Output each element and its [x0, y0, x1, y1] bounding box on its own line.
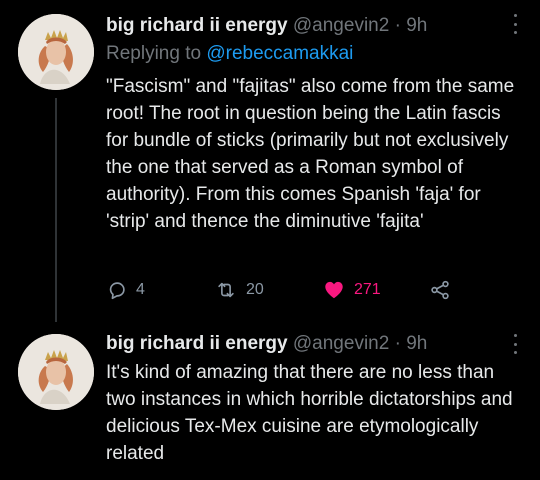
more-options-button[interactable] [512, 334, 518, 354]
retweet-icon [218, 282, 234, 298]
share-button[interactable] [428, 278, 452, 302]
replying-to-label: Replying to [106, 43, 202, 64]
tweet-text: "Fascism" and "fajitas" also come from t… [106, 76, 515, 232]
more-icon-dot [513, 342, 517, 346]
reply-mention-link[interactable]: @rebeccamakkai [206, 43, 353, 64]
avatar-illustration [18, 14, 94, 90]
heart-icon [325, 281, 343, 299]
tweet[interactable]: big richard ii energy @angevin2 · 9h It'… [0, 322, 540, 480]
tweet-header: big richard ii energy @angevin2 · 9h [106, 332, 500, 356]
reply-icon [109, 282, 125, 300]
avatar-illustration [18, 334, 94, 410]
author-name[interactable]: big richard ii energy [106, 333, 288, 354]
more-icon [513, 334, 517, 337]
reply-count: 4 [136, 281, 145, 298]
retweet-count: 20 [246, 281, 264, 298]
like-count: 271 [354, 281, 381, 298]
author-name[interactable]: big richard ii energy [106, 15, 288, 36]
like-button[interactable]: 271 [322, 278, 381, 302]
reply-button[interactable]: 4 [106, 278, 145, 302]
retweet-button[interactable]: 20 [214, 278, 264, 302]
thread-connector-line [55, 98, 57, 322]
author-handle[interactable]: @angevin2 [293, 333, 389, 354]
more-icon [513, 14, 517, 17]
separator-dot: · [394, 333, 401, 354]
share-icon [431, 280, 449, 300]
avatar[interactable] [18, 14, 94, 90]
author-handle[interactable]: @angevin2 [293, 15, 389, 36]
more-icon-dot [513, 22, 517, 26]
replying-to-line: Replying to @rebeccamakkai [106, 42, 353, 66]
tweet-actions: 4 20 271 [106, 278, 466, 302]
more-options-button[interactable] [512, 14, 518, 34]
avatar[interactable] [18, 334, 94, 410]
tweet-header: big richard ii energy @angevin2 · 9h [106, 14, 500, 38]
separator-dot: · [394, 15, 401, 36]
tweet-text: It's kind of amazing that there are no l… [106, 362, 513, 464]
more-icon-dot [513, 351, 517, 354]
more-icon-dot [513, 31, 517, 34]
tweet[interactable]: big richard ii energy @angevin2 · 9h Rep… [0, 0, 540, 322]
timestamp[interactable]: 9h [406, 333, 427, 354]
timestamp[interactable]: 9h [406, 15, 427, 36]
